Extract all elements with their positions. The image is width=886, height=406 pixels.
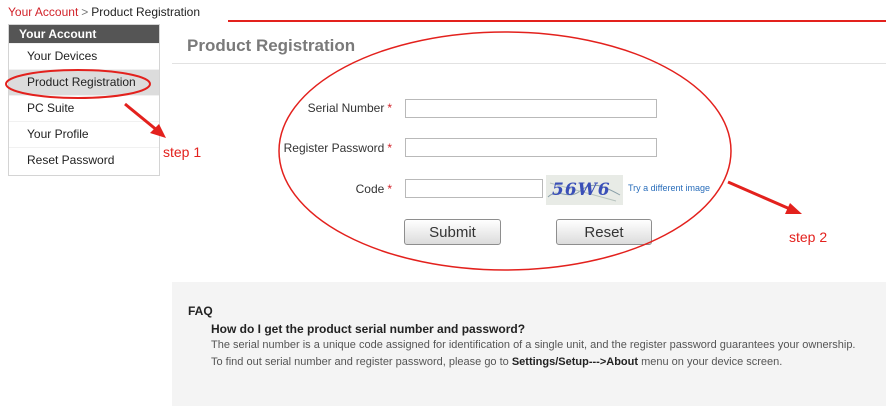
sidebar-header: Your Account xyxy=(9,25,159,43)
faq-hint-prefix: To find out serial number and register p… xyxy=(211,356,512,368)
faq-hint-bold: Settings/Setup--->About xyxy=(511,356,639,368)
faq-hint: To find out serial number and register p… xyxy=(211,356,782,368)
required-mark: * xyxy=(387,141,392,155)
captcha-image: 56W6 xyxy=(546,175,623,205)
sidebar-item-your-devices[interactable]: Your Devices xyxy=(9,43,159,69)
register-password-label: Register Password * xyxy=(280,141,392,155)
faq-hint-suffix: menu on your device screen. xyxy=(638,356,783,368)
header-divider xyxy=(228,20,886,22)
code-label: Code * xyxy=(330,182,392,196)
breadcrumb-your-account-link[interactable]: Your Account xyxy=(8,5,78,19)
submit-button[interactable]: Submit xyxy=(404,219,501,245)
sidebar-item-reset-password[interactable]: Reset Password xyxy=(9,147,159,173)
sidebar-item-product-registration[interactable]: Product Registration xyxy=(9,69,159,95)
serial-number-input[interactable] xyxy=(405,99,657,118)
register-password-label-text: Register Password xyxy=(283,141,385,155)
breadcrumb-separator: > xyxy=(81,5,89,19)
breadcrumb-current: Product Registration xyxy=(91,5,201,19)
registration-form-panel xyxy=(172,63,886,282)
sidebar-item-pc-suite[interactable]: PC Suite xyxy=(9,95,159,121)
sidebar: Your Account Your Devices Product Regist… xyxy=(8,24,160,176)
faq-title: FAQ xyxy=(188,304,213,318)
captcha-graphic: 56W6 xyxy=(547,180,621,202)
reset-button[interactable]: Reset xyxy=(556,219,652,245)
required-mark: * xyxy=(387,101,392,115)
code-input[interactable] xyxy=(405,179,543,198)
page-title: Product Registration xyxy=(187,36,356,55)
faq-question: How do I get the product serial number a… xyxy=(211,322,526,336)
step2-annotation: step 2 xyxy=(789,229,828,245)
serial-number-label-text: Serial Number xyxy=(307,101,385,115)
required-mark: * xyxy=(387,182,392,196)
try-different-image-link[interactable]: Try a different image xyxy=(628,183,710,193)
sidebar-item-your-profile[interactable]: Your Profile xyxy=(9,121,159,147)
serial-number-label: Serial Number * xyxy=(300,101,392,115)
code-label-text: Code xyxy=(355,182,385,196)
breadcrumb: Your Account > Product Registration xyxy=(8,5,200,19)
faq-answer: The serial number is a unique code assig… xyxy=(211,339,856,351)
captcha-text: 56W6 xyxy=(552,180,611,200)
register-password-input[interactable] xyxy=(405,138,657,157)
step1-annotation: step 1 xyxy=(163,144,202,160)
